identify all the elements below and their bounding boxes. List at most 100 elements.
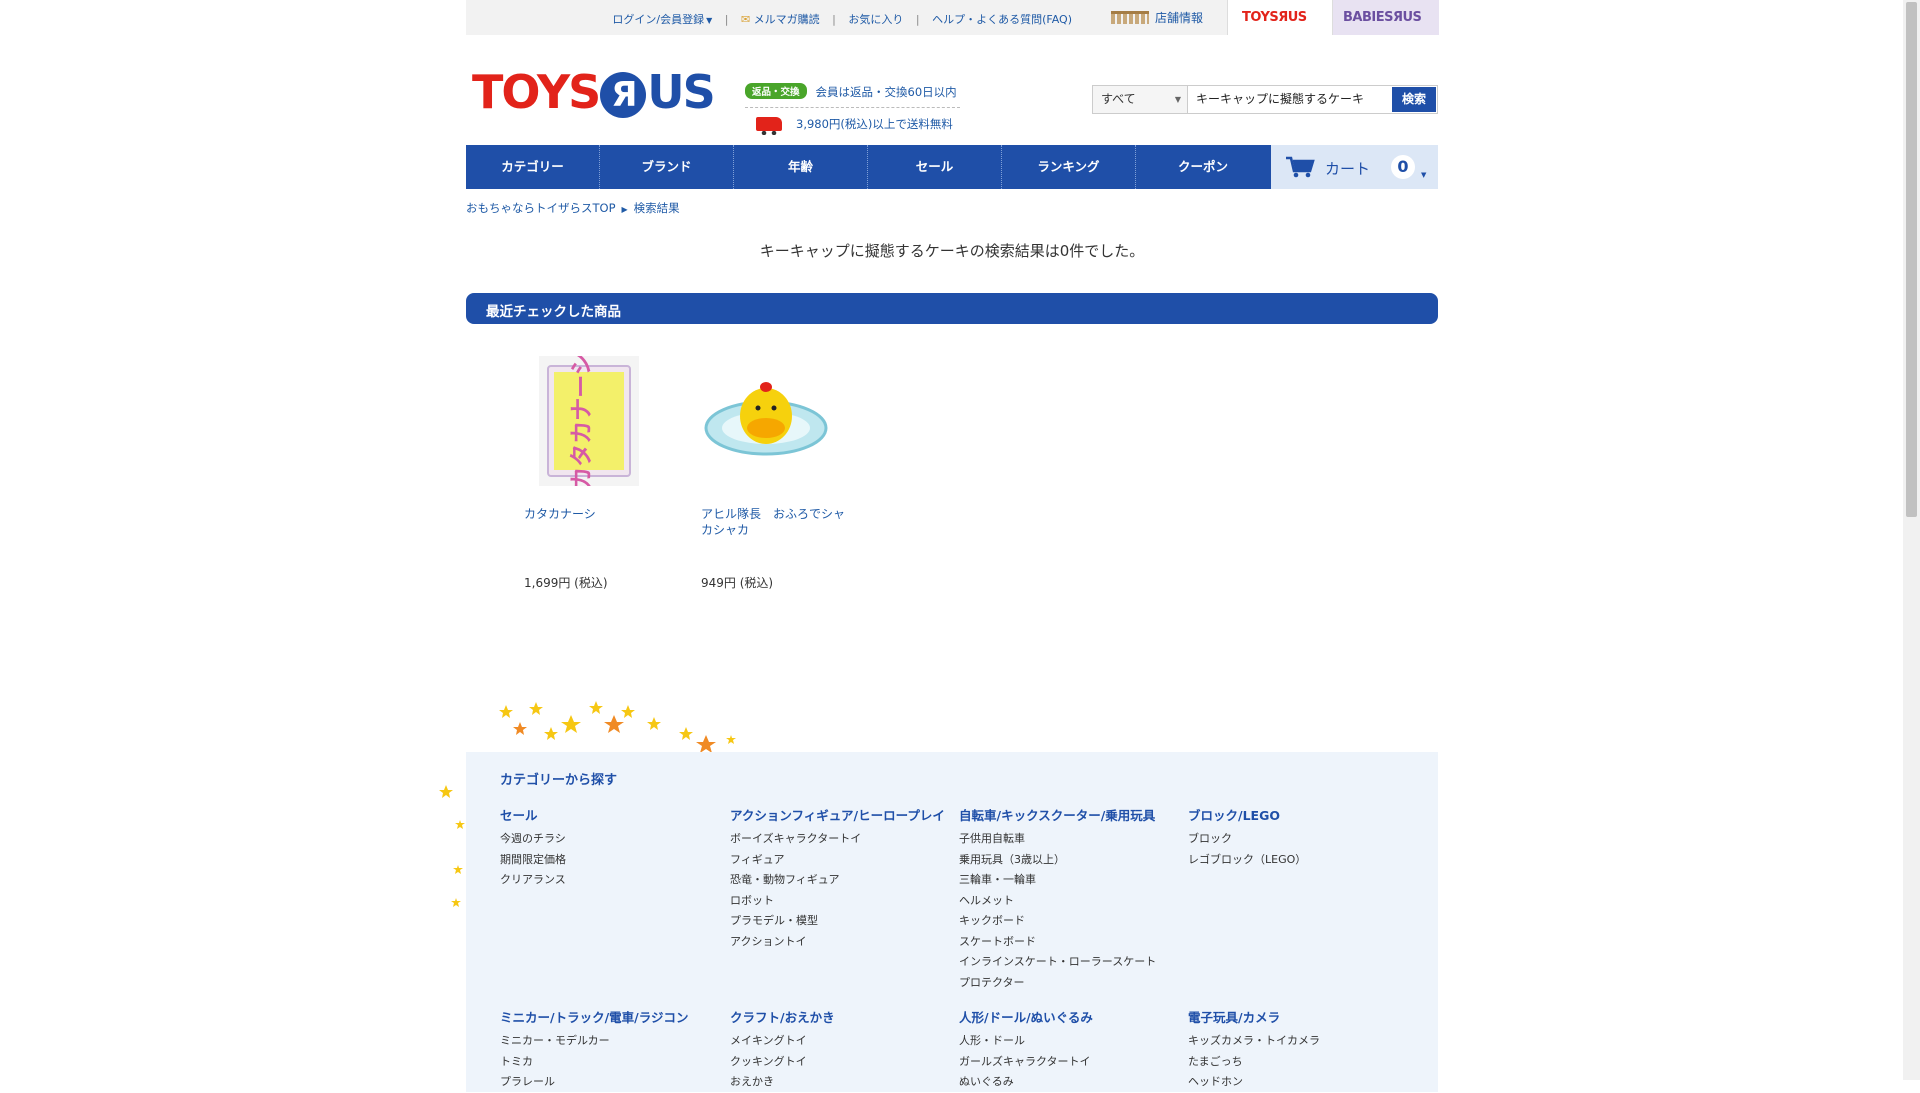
footer-link[interactable]: インラインスケート・ローラースケート	[959, 952, 1179, 973]
footer-link[interactable]: 人形・ドール	[959, 1031, 1179, 1052]
footer-link[interactable]: ヘルメット	[959, 891, 1179, 912]
footer-heading-link[interactable]: 自転車/キックスクーター/乗用玩具	[959, 805, 1179, 824]
divider	[745, 107, 960, 108]
tab-babiesrus[interactable]: BABIESЯUS	[1332, 0, 1439, 35]
footer-link[interactable]: クッキングトイ	[730, 1052, 950, 1073]
footer-link[interactable]: フィギュア	[730, 850, 950, 871]
logo-star-icon: Я	[600, 72, 647, 118]
footer-link[interactable]: キックボード	[959, 911, 1179, 932]
return-policy-promo[interactable]: 返品・交換 会員は返品・交換60日以内	[745, 83, 957, 100]
footer-column-block-lego: ブロック/LEGO ブロック レゴブロック（LEGO）	[1188, 805, 1408, 870]
footer-heading-link[interactable]: 人形/ドール/ぬいぐるみ	[959, 1007, 1179, 1026]
logo-text-us: US	[647, 65, 715, 119]
nav-age[interactable]: 年齢	[734, 145, 868, 189]
footer-link[interactable]: 今週のチラシ	[500, 829, 720, 850]
footer-link[interactable]: ミニカー・モデルカー	[500, 1031, 720, 1052]
toysrus-mini-logo: TOYSЯUS	[1242, 10, 1307, 25]
mail-icon: ✉	[740, 13, 751, 26]
free-shipping-promo[interactable]: 3,980円(税込)以上で送料無料	[756, 116, 953, 135]
tab-toysrus[interactable]: TOYSЯUS	[1227, 0, 1333, 35]
footer-link[interactable]: ヘッドホン	[1188, 1072, 1408, 1093]
footer-link[interactable]: メイキングトイ	[730, 1031, 950, 1052]
footer-link[interactable]: プラレール	[500, 1072, 720, 1093]
nav-ranking[interactable]: ランキング	[1002, 145, 1136, 189]
footer-link[interactable]: 恐竜・動物フィギュア	[730, 870, 950, 891]
footer-link[interactable]: ロボット	[730, 891, 950, 912]
footer-heading-link[interactable]: クラフト/おえかき	[730, 1007, 950, 1026]
recently-viewed-title: 最近チェックした商品	[486, 304, 621, 320]
footer-heading-link[interactable]: ブロック/LEGO	[1188, 805, 1408, 824]
footer-link[interactable]: 子供用自転車	[959, 829, 1179, 850]
footer-column-action-figure: アクションフィギュア/ヒーロープレイ ボーイズキャラクタートイ フィギュア 恐竜…	[730, 805, 950, 952]
product-card[interactable]: カタカナーシ カタカナーシ 1,699円 (税込)	[524, 352, 669, 590]
footer-heading-link[interactable]: ミニカー/トラック/電車/ラジコン	[500, 1007, 720, 1026]
nav-brand[interactable]: ブランド	[600, 145, 734, 189]
free-shipping-text: 3,980円(税込)以上で送料無料	[796, 117, 953, 131]
footer-link[interactable]: レゴブロック（LEGO）	[1188, 850, 1408, 871]
utility-bar: ログイン/会員登録 ▼ | ✉ メルマガ購読 | お気に入り | ヘルプ・よくある…	[466, 0, 1439, 35]
product-name-link[interactable]: アヒル隊長 おふろでシャカシャカ	[701, 506, 846, 538]
divider: |	[915, 13, 920, 26]
decorative-stars-icon	[499, 701, 736, 752]
footer-link[interactable]: トミカ	[500, 1052, 720, 1073]
help-faq-link[interactable]: ヘルプ・よくある質問(FAQ)	[932, 13, 1072, 26]
search-category-value: すべて	[1101, 92, 1136, 106]
newsletter-link[interactable]: メルマガ購読	[754, 13, 820, 26]
footer-link[interactable]: キッズカメラ・トイカメラ	[1188, 1031, 1408, 1052]
favorites-link[interactable]: お気に入り	[848, 13, 903, 26]
footer-link[interactable]: プロテクター	[959, 973, 1179, 994]
footer-link[interactable]: おえかき	[730, 1072, 950, 1093]
scrollbar-thumb[interactable]	[1906, 2, 1917, 517]
return-exchange-badge: 返品・交換	[745, 83, 807, 99]
store-building-icon	[1111, 11, 1149, 24]
footer-category-title: カテゴリーから探す	[500, 773, 618, 788]
footer-link[interactable]: プラモデル・模型	[730, 911, 950, 932]
footer-column-bicycle: 自転車/キックスクーター/乗用玩具 子供用自転車 乗用玩具（3歳以上） 三輪車・…	[959, 805, 1179, 993]
footer-link[interactable]: 三輪車・一輪車	[959, 870, 1179, 891]
breadcrumb-current: 検索結果	[633, 201, 680, 215]
footer-link[interactable]: ぬいぐるみ	[959, 1072, 1179, 1093]
product-price: 949円 (税込)	[701, 576, 774, 590]
search-button[interactable]: 検索	[1392, 87, 1436, 112]
footer-heading-link[interactable]: セール	[500, 805, 720, 824]
footer-link[interactable]: クリアランス	[500, 870, 720, 891]
search-category-select[interactable]: すべて ▼	[1093, 86, 1188, 113]
footer-link[interactable]: 乗用玩具（3歳以上）	[959, 850, 1179, 871]
nav-sale[interactable]: セール	[868, 145, 1002, 189]
rubber-duck-toy-image	[704, 382, 828, 456]
chevron-right-icon: ▶	[621, 205, 628, 214]
search-input[interactable]: キーキャップに擬態するケーキ	[1196, 86, 1396, 113]
footer-link[interactable]: アクショントイ	[730, 932, 950, 953]
return-policy-text: 会員は返品・交換60日以内	[815, 85, 957, 99]
cart-button[interactable]: カート 0 ▼	[1271, 145, 1438, 189]
store-info-label: 店舗情報	[1155, 11, 1204, 25]
product-image[interactable]: カタカナーシ	[524, 352, 654, 490]
cart-label: カート	[1325, 160, 1371, 178]
cart-icon	[1286, 156, 1315, 178]
store-info-link[interactable]: 店舗情報	[1111, 9, 1203, 26]
product-image[interactable]	[701, 356, 831, 486]
footer-link[interactable]: 期間限定価格	[500, 850, 720, 871]
toysrus-logo[interactable]: TOYS Я US	[472, 65, 716, 120]
footer-link[interactable]: ボーイズキャラクタートイ	[730, 829, 950, 850]
box-title-text: カタカナーシ	[569, 356, 595, 486]
footer-column-sale: セール 今週のチラシ 期間限定価格 クリアランス	[500, 805, 720, 891]
breadcrumb-home-link[interactable]: おもちゃならトイザらスTOP	[466, 201, 616, 215]
footer-link[interactable]: ブロック	[1188, 829, 1408, 850]
product-card[interactable]: アヒル隊長 おふろでシャカシャカ 949円 (税込)	[701, 356, 846, 590]
footer-link[interactable]: スケートボード	[959, 932, 1179, 953]
login-link[interactable]: ログイン/会員登録	[612, 13, 704, 26]
footer-link[interactable]: ガールズキャラクタートイ	[959, 1052, 1179, 1073]
nav-coupon[interactable]: クーポン	[1136, 145, 1270, 189]
breadcrumb: おもちゃならトイザらスTOP ▶ 検索結果	[466, 200, 680, 216]
nav-category[interactable]: カテゴリー	[466, 145, 600, 189]
divider: |	[832, 13, 836, 26]
chevron-down-icon: ▼	[706, 16, 713, 25]
search-bar: すべて ▼ キーキャップに擬態するケーキ 検索	[1092, 85, 1438, 114]
utility-links: ログイン/会員登録 ▼ | ✉ メルマガ購読 | お気に入り | ヘルプ・よくある…	[612, 11, 1072, 27]
vertical-scrollbar[interactable]	[1903, 0, 1920, 1080]
footer-heading-link[interactable]: 電子玩具/カメラ	[1188, 1007, 1408, 1026]
footer-heading-link[interactable]: アクションフィギュア/ヒーロープレイ	[730, 805, 950, 824]
product-name-link[interactable]: カタカナーシ	[524, 506, 669, 522]
footer-link[interactable]: たまごっち	[1188, 1052, 1408, 1073]
